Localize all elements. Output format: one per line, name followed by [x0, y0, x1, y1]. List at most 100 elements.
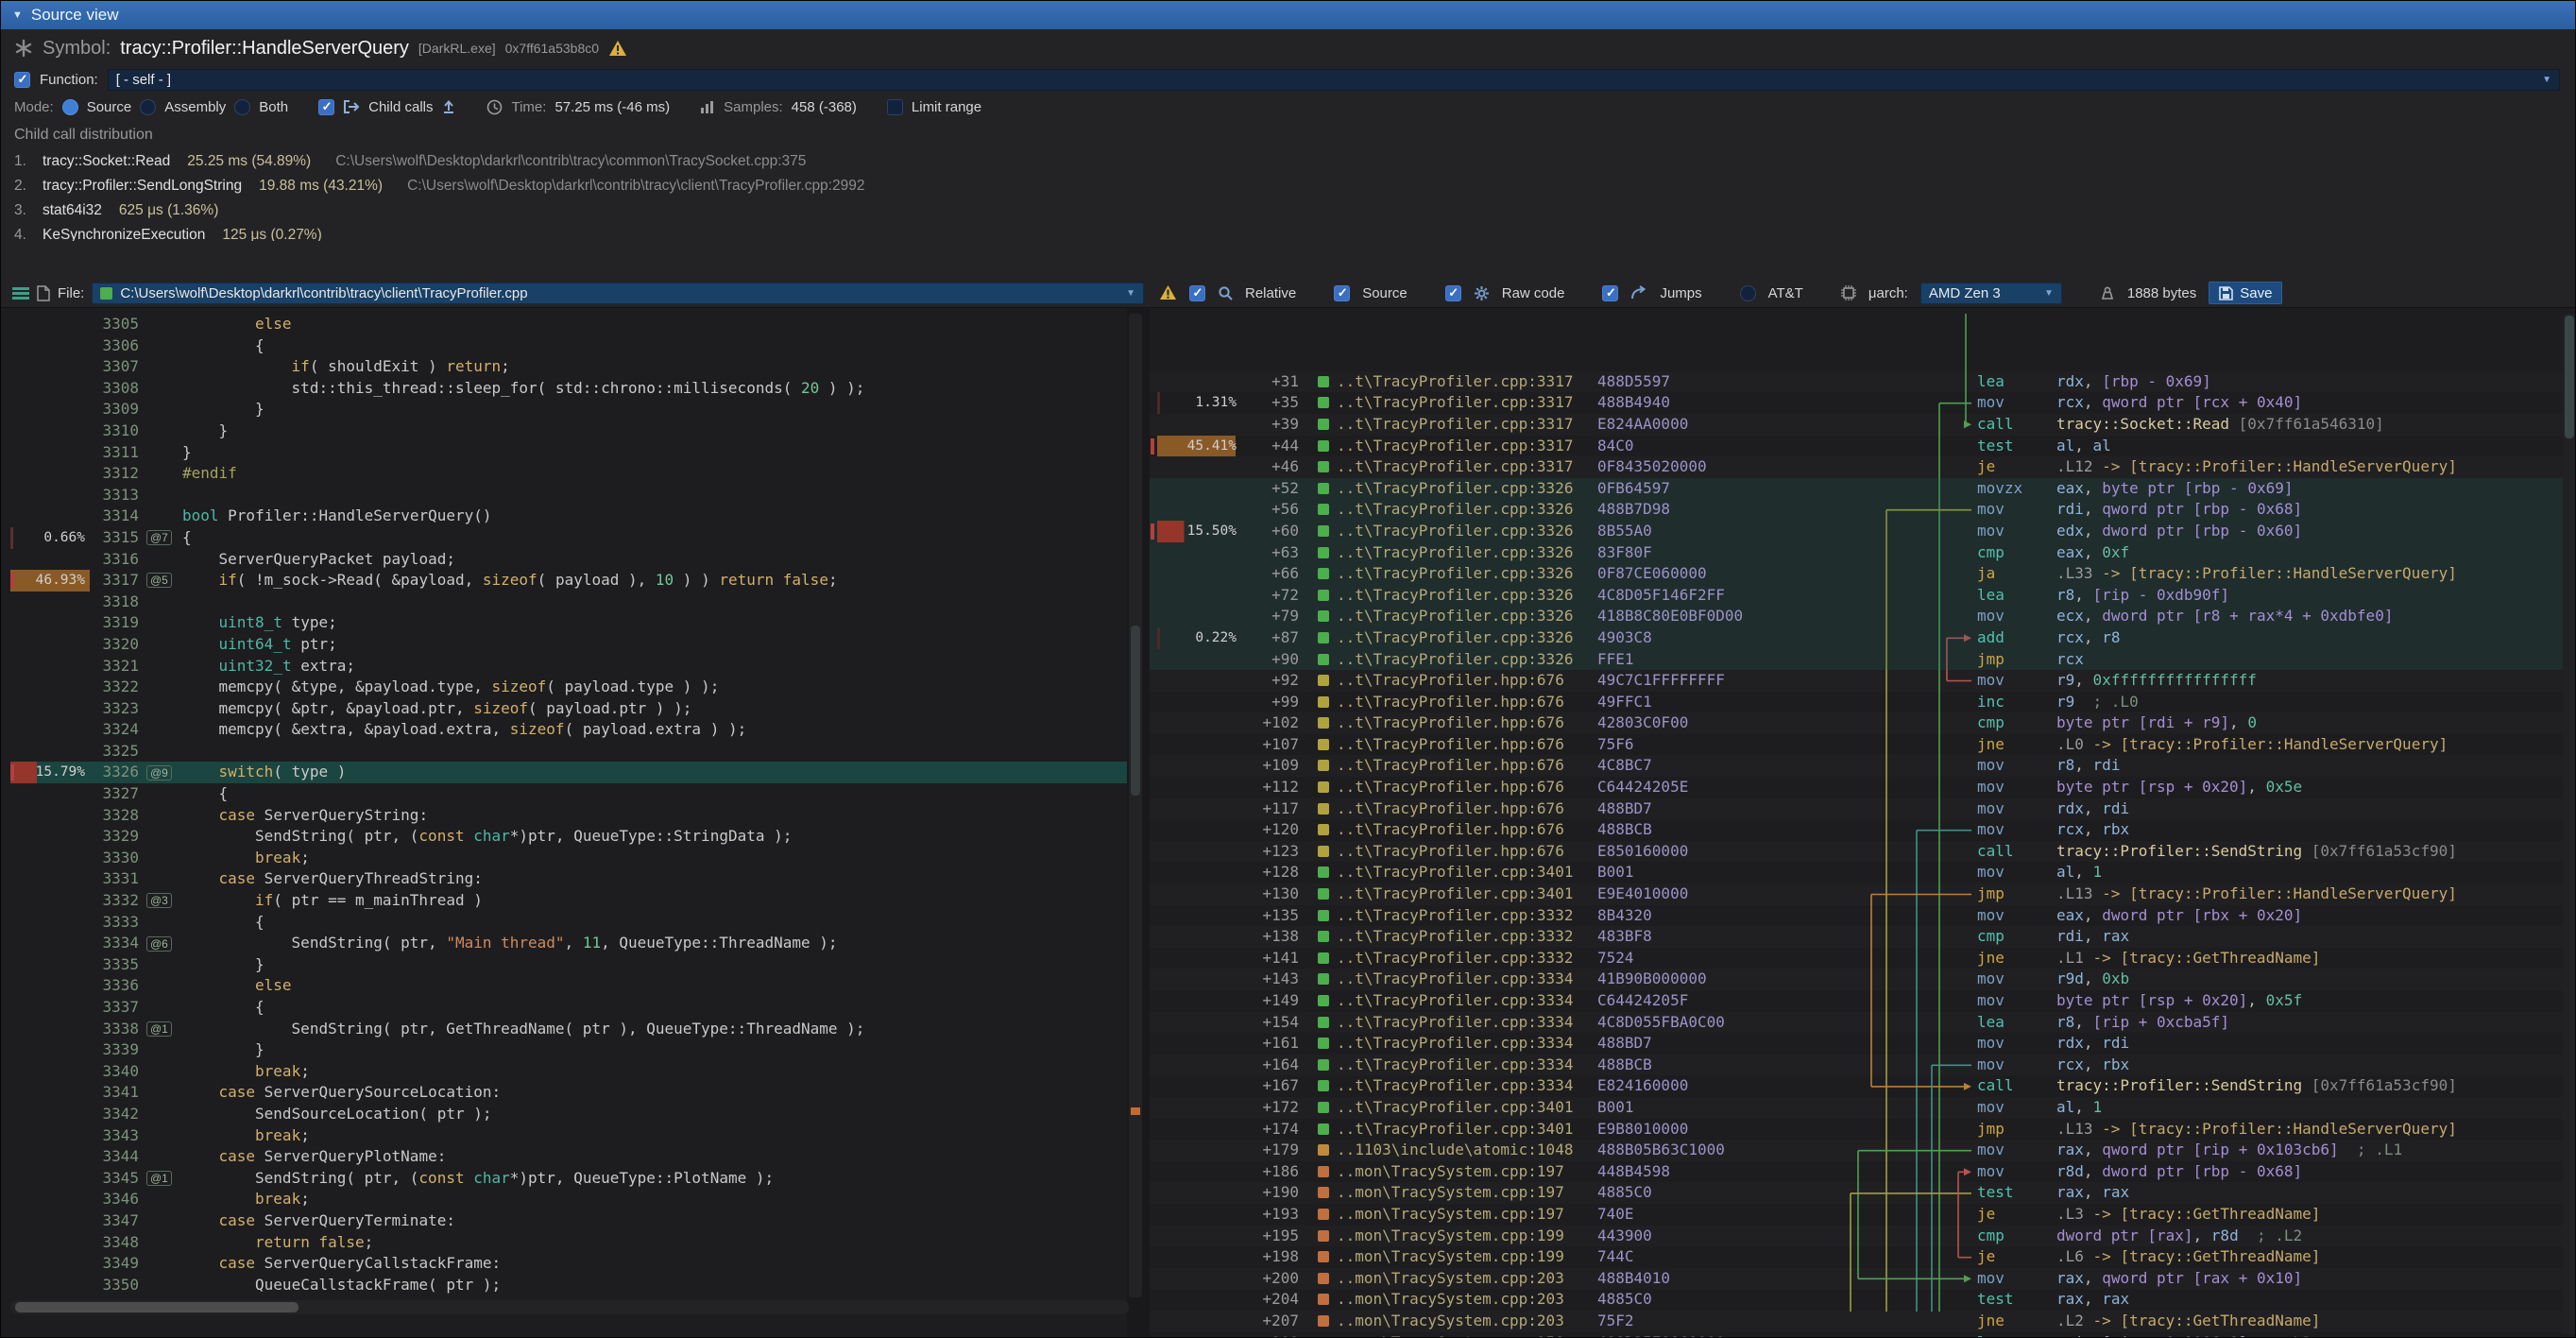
asm-row-+161[interactable]: +161..t\TracyProfiler.cpp:3334488BD7movr…: [1150, 1033, 2563, 1055]
asm-source-location[interactable]: ..t\TracyProfiler.cpp:3401: [1337, 883, 1588, 905]
mode-option-source[interactable]: Source: [87, 99, 132, 115]
source-line-3348[interactable]: 3348return false;: [10, 1232, 1127, 1254]
asm-row-+204[interactable]: +204..mon\TracySystem.cpp:2034885C0testr…: [1150, 1289, 2563, 1311]
mode-radio-assembly[interactable]: [140, 99, 156, 115]
source-line-3323[interactable]: 3323memcpy( &ptr, &payload.ptr, sizeof( …: [10, 698, 1127, 720]
asm-source-location[interactable]: ..t\TracyProfiler.hpp:676: [1337, 670, 1588, 692]
source-line-3346[interactable]: 3346break;: [10, 1189, 1127, 1210]
relative-checkbox[interactable]: [1189, 285, 1205, 301]
source-line-3328[interactable]: 3328case ServerQueryString:: [10, 805, 1127, 827]
source-line-3332[interactable]: 3332@3if( ptr == m_mainThread ): [10, 890, 1127, 912]
source-line-3333[interactable]: 3333{: [10, 912, 1127, 934]
asm-source-location[interactable]: ..t\TracyProfiler.cpp:3334: [1337, 969, 1588, 990]
source-line-3312[interactable]: 3312#endif: [10, 463, 1127, 485]
asm-source-location[interactable]: ..t\TracyProfiler.hpp:676: [1337, 692, 1588, 713]
asm-source-location[interactable]: ..t\TracyProfiler.cpp:3334: [1337, 1075, 1588, 1097]
source-line-3335[interactable]: 3335}: [10, 954, 1127, 976]
titlebar[interactable]: ▼ Source view: [1, 1, 2575, 29]
asm-row-+92[interactable]: +92..t\TracyProfiler.hpp:67649C7C1FFFFFF…: [1150, 670, 2563, 692]
asm-source-location[interactable]: ..t\TracyProfiler.cpp:3317: [1337, 371, 1588, 393]
mode-option-both[interactable]: Both: [259, 99, 288, 115]
source-line-3331[interactable]: 3331case ServerQueryThreadString:: [10, 868, 1127, 890]
asm-source-location[interactable]: ..t\TracyProfiler.cpp:3334: [1337, 1012, 1588, 1034]
asm-row-+63[interactable]: +63..t\TracyProfiler.cpp:332683F80Fcmpea…: [1150, 542, 2563, 564]
asm-source-location[interactable]: ..t\TracyProfiler.cpp:3326: [1337, 585, 1588, 607]
raw-code-checkbox[interactable]: [1445, 285, 1461, 301]
source-line-3319[interactable]: 3319uint8_t type;: [10, 612, 1127, 634]
source-line-3310[interactable]: 3310}: [10, 420, 1127, 442]
asm-source-location[interactable]: ..t\TracyProfiler.cpp:3334: [1337, 990, 1588, 1012]
asm-row-+167[interactable]: +167..t\TracyProfiler.cpp:3334E824160000…: [1150, 1075, 2563, 1097]
asm-row-+117[interactable]: +117..t\TracyProfiler.hpp:676488BD7movrd…: [1150, 798, 2563, 820]
asm-source-location[interactable]: ..t\TracyProfiler.cpp:3326: [1337, 542, 1588, 564]
source-line-3318[interactable]: 3318: [10, 592, 1127, 613]
asm-source-location[interactable]: ..t\TracyProfiler.cpp:3326: [1337, 478, 1588, 500]
source-line-3336[interactable]: 3336else: [10, 975, 1127, 997]
assembly-vertical-scrollbar[interactable]: [2563, 314, 2575, 1334]
asm-source-location[interactable]: ..t\TracyProfiler.cpp:3326: [1337, 627, 1588, 649]
child-call-item[interactable]: 2.tracy::Profiler::SendLongString19.88 m…: [14, 174, 2575, 198]
asm-row-+179[interactable]: +179..1103\include\atomic:1048488B05B63C…: [1150, 1140, 2563, 1161]
asm-source-location[interactable]: ..mon\TracySystem.cpp:199: [1337, 1246, 1588, 1268]
asm-row-+44[interactable]: 45.41%+44..t\TracyProfiler.cpp:331784C0t…: [1150, 436, 2563, 457]
source-line-3325[interactable]: 3325: [10, 741, 1127, 763]
source-line-3339[interactable]: 3339}: [10, 1039, 1127, 1061]
asm-row-+72[interactable]: +72..t\TracyProfiler.cpp:33264C8D05F146F…: [1150, 585, 2563, 607]
source-line-3334[interactable]: 3334@6SendString( ptr, "Main thread", 11…: [10, 933, 1127, 954]
asm-row-+186[interactable]: +186..mon\TracySystem.cpp:197448B4598mov…: [1150, 1161, 2563, 1183]
source-line-3326[interactable]: 15.79%3326@9switch( type ): [10, 762, 1127, 783]
asm-row-+200[interactable]: +200..mon\TracySystem.cpp:203488B4010mov…: [1150, 1268, 2563, 1290]
asm-source-location[interactable]: ..t\TracyProfiler.cpp:3326: [1337, 563, 1588, 585]
asm-row-+56[interactable]: +56..t\TracyProfiler.cpp:3326488B7D98mov…: [1150, 499, 2563, 521]
asm-source-location[interactable]: ..t\TracyProfiler.hpp:676: [1337, 777, 1588, 798]
asm-row-+79[interactable]: +79..t\TracyProfiler.cpp:3326418B8C80E0B…: [1150, 606, 2563, 627]
source-line-3314[interactable]: 3314bool Profiler::HandleServerQuery(): [10, 506, 1127, 527]
child-call-item[interactable]: 1.tracy::Socket::Read25.25 ms (54.89%)C:…: [14, 149, 2575, 174]
source-line-3316[interactable]: 3316ServerQueryPacket payload;: [10, 549, 1127, 571]
asm-row-+141[interactable]: +141..t\TracyProfiler.cpp:33327524jne.L1…: [1150, 948, 2563, 969]
asm-row-+107[interactable]: +107..t\TracyProfiler.hpp:67675F6jne.L0 …: [1150, 734, 2563, 756]
source-checkbox[interactable]: [1334, 285, 1350, 301]
source-line-3345[interactable]: 3345@1SendString( ptr, (const char*)ptr,…: [10, 1168, 1127, 1190]
asm-source-location[interactable]: ..t\TracyProfiler.hpp:676: [1337, 841, 1588, 863]
source-line-3306[interactable]: 3306{: [10, 335, 1127, 357]
asm-source-location[interactable]: ..mon\TracySystem.cpp:203: [1337, 1268, 1588, 1290]
asm-source-location[interactable]: ..t\TracyProfiler.hpp:676: [1337, 734, 1588, 756]
source-line-3317[interactable]: 46.93%3317@5if( !m_sock->Read( &payload,…: [10, 570, 1127, 592]
asm-row-+112[interactable]: +112..t\TracyProfiler.hpp:676C64424205Em…: [1150, 777, 2563, 798]
source-horizontal-scrollbar[interactable]: [10, 1300, 1129, 1314]
asm-source-location[interactable]: ..t\TracyProfiler.hpp:676: [1337, 819, 1588, 841]
asm-row-+52[interactable]: +52..t\TracyProfiler.cpp:33260FB64597mov…: [1150, 478, 2563, 500]
source-line-3320[interactable]: 3320uint64_t ptr;: [10, 634, 1127, 656]
asm-row-+99[interactable]: +99..t\TracyProfiler.hpp:67649FFC1incr9 …: [1150, 692, 2563, 713]
up-arrow-button[interactable]: [441, 99, 456, 114]
limit-range-label[interactable]: Limit range: [912, 99, 981, 115]
function-dropdown[interactable]: [ - self - ] ▼: [108, 69, 2560, 91]
asm-row-+209[interactable]: +209..mon\TracySystem.cpp:258488D35E8861…: [1150, 1332, 2563, 1338]
child-calls-label[interactable]: Child calls: [368, 99, 433, 115]
asm-row-+109[interactable]: +109..t\TracyProfiler.hpp:6764C8BC7movr8…: [1150, 755, 2563, 777]
child-call-item[interactable]: 3.stat64i32625 μs (1.36%): [14, 198, 2575, 223]
source-line-3321[interactable]: 3321uint32_t extra;: [10, 656, 1127, 678]
asm-source-location[interactable]: ..t\TracyProfiler.cpp:3326: [1337, 499, 1588, 521]
asm-row-+190[interactable]: +190..mon\TracySystem.cpp:1974885C0testr…: [1150, 1182, 2563, 1204]
source-label[interactable]: Source: [1362, 285, 1407, 301]
asm-source-location[interactable]: ..mon\TracySystem.cpp:199: [1337, 1226, 1588, 1247]
scrollbar-thumb[interactable]: [2565, 316, 2574, 438]
asm-row-+31[interactable]: +31..t\TracyProfiler.cpp:3317488D5597lea…: [1150, 371, 2563, 393]
asm-source-location[interactable]: ..mon\TracySystem.cpp:197: [1337, 1182, 1588, 1204]
asm-row-+195[interactable]: +195..mon\TracySystem.cpp:199443900cmpdw…: [1150, 1226, 2563, 1247]
mode-radio-source[interactable]: [62, 99, 78, 115]
source-line-3305[interactable]: 3305else: [10, 314, 1127, 335]
asm-row-+130[interactable]: +130..t\TracyProfiler.cpp:3401E9E4010000…: [1150, 883, 2563, 905]
asm-source-location[interactable]: ..t\TracyProfiler.cpp:3317: [1337, 392, 1588, 414]
asm-row-+154[interactable]: +154..t\TracyProfiler.cpp:33344C8D055FBA…: [1150, 1012, 2563, 1034]
asm-row-+46[interactable]: +46..t\TracyProfiler.cpp:33170F843502000…: [1150, 456, 2563, 478]
asm-source-location[interactable]: ..mon\TracySystem.cpp:197: [1337, 1204, 1588, 1226]
source-line-3330[interactable]: 3330break;: [10, 848, 1127, 869]
asm-row-+149[interactable]: +149..t\TracyProfiler.cpp:3334C64424205F…: [1150, 990, 2563, 1012]
source-line-3308[interactable]: 3308std::this_thread::sleep_for( std::ch…: [10, 378, 1127, 400]
collapse-icon[interactable]: ▼: [12, 9, 23, 21]
asm-source-location[interactable]: ..t\TracyProfiler.cpp:3401: [1337, 862, 1588, 883]
source-line-3347[interactable]: 3347case ServerQueryTerminate:: [10, 1210, 1127, 1232]
